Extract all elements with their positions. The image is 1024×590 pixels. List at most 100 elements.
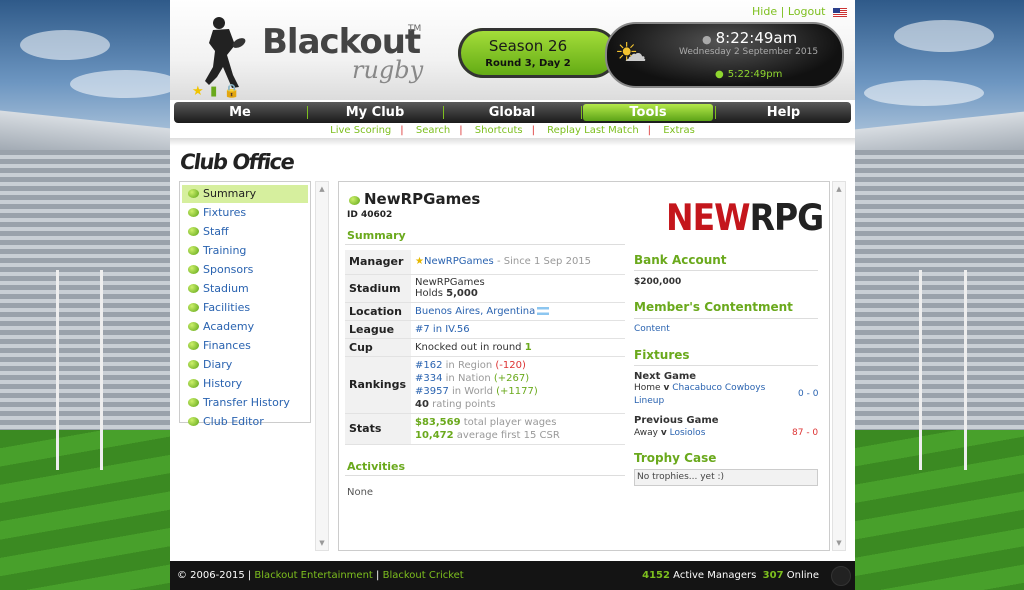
sidebar-item-diary[interactable]: Diary <box>182 356 308 374</box>
bank-account-value: $200,000 <box>634 277 682 287</box>
nav-global[interactable]: Global <box>444 102 580 123</box>
sidebar-item-training[interactable]: Training <box>182 242 308 260</box>
server-date: Wednesday 2 September 2015 <box>679 47 819 57</box>
scroll-down-icon[interactable]: ▼ <box>834 538 844 548</box>
nav-tools[interactable]: Tools <box>583 104 713 121</box>
next-game-score[interactable]: 0 - 0 <box>798 389 818 399</box>
previous-game-score[interactable]: 87 - 0 <box>792 428 818 438</box>
previous-game-line: Away v Losiolos <box>634 428 705 438</box>
logout-link[interactable]: Logout <box>788 5 826 18</box>
subnav-search[interactable]: Search <box>416 125 450 136</box>
player-wages-label: total player wages <box>463 416 557 428</box>
cup-text: Knocked out in round <box>415 341 522 353</box>
league-link[interactable]: #7 in IV.56 <box>415 324 470 335</box>
region-rank-link[interactable]: #162 <box>415 360 442 371</box>
scroll-down-icon[interactable]: ▼ <box>317 538 327 548</box>
rating-points-label: rating points <box>432 398 496 410</box>
club-id: ID 40602 <box>347 210 393 220</box>
player-wages: $83,569 <box>415 416 461 428</box>
subnav-live-scoring[interactable]: Live Scoring <box>330 125 391 136</box>
sidebar-item-fixtures[interactable]: Fixtures <box>182 204 308 222</box>
lock-icon[interactable]: 🔒 <box>224 84 240 99</box>
top-links-separator: | <box>780 5 785 18</box>
book-icon[interactable]: ▮ <box>210 84 217 99</box>
cup-value: Knocked out in round 1 <box>411 338 625 357</box>
site-logo[interactable]: Blackout TM rugby ★ ▮ 🔒 <box>184 10 444 100</box>
next-game-line: Home v Chacabuco Cowboys <box>634 383 765 393</box>
footer-copyright: © 2006-2015 | Blackout Entertainment | B… <box>177 570 464 581</box>
rugby-player-icon <box>205 17 246 88</box>
main-nav: Me My Club Global Tools Help <box>174 102 851 123</box>
sidebar-scrollbar[interactable]: ▲ ▼ <box>315 181 329 551</box>
nav-help[interactable]: Help <box>716 102 851 123</box>
table-row: Manager ★NewRPGames - Since 1 Sep 2015 <box>345 250 625 275</box>
summary-heading: Summary <box>347 229 406 242</box>
scroll-up-icon[interactable]: ▲ <box>834 184 844 194</box>
chat-icon[interactable] <box>831 566 851 586</box>
contentment-link[interactable]: Content <box>634 324 670 334</box>
sidebar-item-summary[interactable]: Summary <box>182 185 308 203</box>
fixtures-heading: Fixtures <box>634 348 690 362</box>
content-scrollbar[interactable]: ▲ ▼ <box>832 181 846 551</box>
activities-heading: Activities <box>347 460 406 473</box>
rugby-ball-icon <box>188 379 199 388</box>
sidebar-item-sponsors[interactable]: Sponsors <box>182 261 308 279</box>
club-summary-panel: NewRPGames ID 40602 Summary Manager ★New… <box>338 181 830 551</box>
hide-link[interactable]: Hide <box>752 5 777 18</box>
sidebar-item-staff[interactable]: Staff <box>182 223 308 241</box>
language-flag-icon[interactable] <box>833 7 847 17</box>
rugby-ball-icon <box>188 265 199 274</box>
star-icon[interactable]: ★ <box>192 84 204 99</box>
previous-opponent-link[interactable]: Losiolos <box>670 428 706 438</box>
scroll-up-icon[interactable]: ▲ <box>317 184 327 194</box>
trophy-case-box: No trophies... yet :) <box>634 469 818 486</box>
location-link[interactable]: Buenos Aires, Argentina <box>415 306 535 317</box>
rugby-ball-icon <box>349 196 360 205</box>
region-rank-change: (-120) <box>495 359 526 371</box>
subnav-shortcuts[interactable]: Shortcuts <box>475 125 523 136</box>
next-opponent-link[interactable]: Chacabuco Cowboys <box>672 383 765 393</box>
sidebar-item-club-editor[interactable]: Club Editor <box>182 413 308 431</box>
manager-link[interactable]: NewRPGames <box>424 256 494 267</box>
lineup-link[interactable]: Lineup <box>634 396 664 406</box>
nav-me[interactable]: Me <box>174 102 306 123</box>
sidebar-item-facilities[interactable]: Facilities <box>182 299 308 317</box>
league-label: League <box>345 320 411 339</box>
cup-label: Cup <box>345 338 411 357</box>
rating-points: 40 <box>415 398 429 410</box>
blackout-entertainment-link[interactable]: Blackout Entertainment <box>254 570 372 581</box>
copyright-text: © 2006-2015 | <box>177 570 252 581</box>
table-row: Rankings #162 in Region (-120) #334 in N… <box>345 356 625 414</box>
manager-star-icon: ★ <box>415 256 424 268</box>
table-row: Location Buenos Aires, Argentina <box>345 302 625 321</box>
league-value: #7 in IV.56 <box>411 320 625 339</box>
sponsor-logo[interactable]: NEWRPG <box>666 196 824 239</box>
nation-rank-link[interactable]: #334 <box>415 373 442 384</box>
summary-table: Manager ★NewRPGames - Since 1 Sep 2015 S… <box>345 250 625 445</box>
blackout-cricket-link[interactable]: Blackout Cricket <box>383 570 464 581</box>
sidebar-item-history[interactable]: History <box>182 375 308 393</box>
sidebar-item-stadium[interactable]: Stadium <box>182 280 308 298</box>
sidebar-item-transfer-history[interactable]: Transfer History <box>182 394 308 412</box>
trophy-case-heading: Trophy Case <box>634 451 717 465</box>
sidebar-item-academy[interactable]: Academy <box>182 318 308 336</box>
table-row: League #7 in IV.56 <box>345 320 625 339</box>
stadium-value: NewRPGames Holds 5,000 <box>411 274 625 303</box>
active-managers-label: Active Managers <box>673 570 757 581</box>
world-rank-link[interactable]: #3957 <box>415 386 449 397</box>
activities-text: None <box>347 487 374 498</box>
next-game-versus: v <box>663 383 670 393</box>
rankings-value: #162 in Region (-120) #334 in Nation (+2… <box>411 356 625 414</box>
average-csr: 10,472 <box>415 429 454 441</box>
previous-game-versus: v <box>660 428 667 438</box>
footer-stats: 4152 Active Managers 307 Online <box>642 570 819 581</box>
manager-since: - Since 1 Sep 2015 <box>496 256 592 268</box>
rugby-ball-icon <box>188 208 199 217</box>
table-row: Stats $83,569 total player wages 10,472 … <box>345 413 625 445</box>
subnav-extras[interactable]: Extras <box>663 125 695 136</box>
sub-nav: Live Scoring | Search | Shortcuts | Replay … <box>330 125 695 136</box>
sidebar-item-finances[interactable]: Finances <box>182 337 308 355</box>
stadium-label: Stadium <box>345 274 411 303</box>
subnav-replay-last-match[interactable]: Replay Last Match <box>547 125 639 136</box>
nav-my-club[interactable]: My Club <box>308 102 442 123</box>
